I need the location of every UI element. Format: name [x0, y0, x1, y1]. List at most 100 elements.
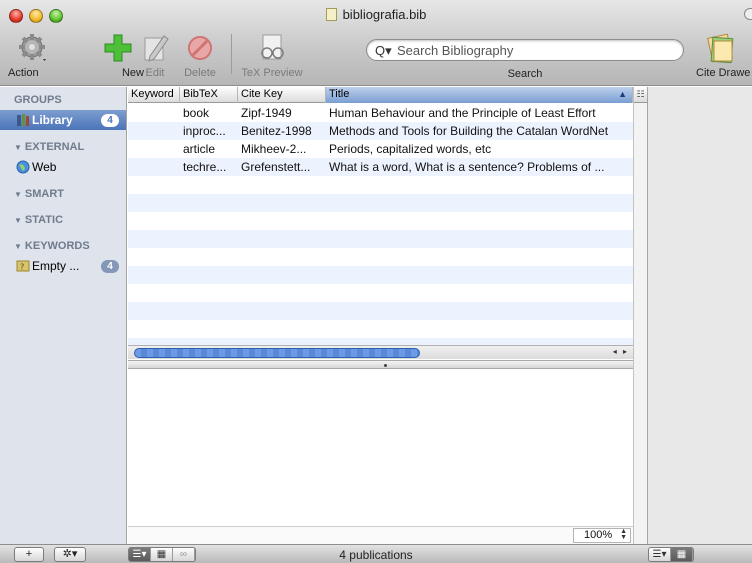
scrollbar-thumb[interactable] [134, 348, 420, 358]
disclosure-triangle-icon: ▼ [14, 216, 22, 225]
delete-label: Delete [184, 67, 216, 79]
empty-row [128, 320, 633, 338]
empty-row [128, 176, 633, 194]
column-header-bibtex[interactable]: BibTeX [180, 87, 238, 103]
cell-title: Periods, capitalized words, etc [329, 142, 492, 156]
table-row[interactable]: book Zipf-1949 Human Behaviour and the P… [128, 104, 633, 122]
search-label: Search [507, 68, 543, 80]
cite-drawer-label: Cite Drawe [696, 67, 751, 79]
keywords-header-label: KEYWORDS [24, 240, 90, 252]
column-options-icon[interactable]: ☷ [634, 87, 647, 103]
empty-row [128, 248, 633, 266]
zoom-control[interactable]: 100% ▲ ▼ [573, 528, 631, 543]
search-icon: Q▾ [375, 43, 392, 58]
empty-row [128, 266, 633, 284]
empty-row [128, 230, 633, 248]
cell-keyword [128, 140, 180, 158]
bottom-bar: + ✲▾ ☰▾ ▦ ∞ 4 publications ☰▾ ▦ [0, 544, 752, 563]
groups-header: GROUPS [14, 94, 62, 106]
cell-cite-key: Zipf-1949 [241, 106, 292, 120]
keyword-group-icon: ? [16, 259, 30, 273]
split-view-divider[interactable] [128, 360, 633, 369]
cell-keyword [128, 158, 180, 176]
toolbar-toggle-button[interactable] [744, 8, 752, 20]
delete-icon [172, 30, 228, 66]
action-button[interactable]: Action [4, 30, 64, 79]
drawer-list-view-icon[interactable]: ☰▾ [649, 548, 671, 561]
search-input[interactable] [397, 42, 667, 58]
title-column-label: Title [329, 88, 350, 100]
disclosure-triangle-icon: ▼ [14, 143, 22, 152]
side-drawer-area [648, 87, 752, 544]
delete-button[interactable]: Delete [172, 30, 228, 79]
sidebar-item-web[interactable]: Web [0, 157, 126, 177]
window-title-text: bibliografia.bib [342, 7, 427, 22]
cell-bibtex-type: techre... [183, 160, 227, 174]
tex-preview-label: TeX Preview [241, 67, 303, 79]
groups-sidebar: GROUPS Library 4 ▼ EXTERNAL Web ▼ SMART ▼ S… [0, 87, 127, 544]
preview-zoom-bar: 100% ▲ ▼ [128, 526, 633, 544]
drawer-view-mode-control[interactable]: ☰▾ ▦ [648, 547, 694, 562]
disclosure-triangle-icon: ▼ [14, 242, 22, 251]
library-count-badge: 4 [101, 114, 119, 127]
empty-row [128, 284, 633, 302]
static-header[interactable]: ▼ STATIC [0, 210, 126, 230]
keywords-header[interactable]: ▼ KEYWORDS [0, 236, 126, 256]
cite-drawer-button[interactable]: Cite Drawe [692, 30, 752, 79]
empty-row [128, 194, 633, 212]
table-row[interactable]: techre... Grefenstett... What is a word,… [128, 158, 633, 176]
column-header-cite-key[interactable]: Cite Key [238, 87, 326, 103]
library-label: Library [32, 113, 73, 127]
cell-keyword [128, 104, 180, 122]
external-header[interactable]: ▼ EXTERNAL [0, 137, 126, 157]
tex-preview-icon [236, 30, 308, 66]
table-body: book Zipf-1949 Human Behaviour and the P… [128, 104, 633, 345]
cell-cite-key: Benitez-1998 [241, 124, 312, 138]
publication-count-status: 4 publications [339, 548, 413, 562]
action-label: Action [8, 67, 39, 79]
cell-bibtex-type: article [183, 142, 216, 156]
cell-cite-key: Mikheev-2... [241, 142, 307, 156]
external-header-label: EXTERNAL [24, 141, 85, 153]
svg-text:?: ? [20, 263, 24, 272]
tex-preview-button[interactable]: TeX Preview [236, 30, 308, 79]
table-vertical-scrollbar[interactable]: ☷ [633, 87, 648, 544]
sidebar-item-empty-keyword[interactable]: ? Empty ... 4 [0, 256, 126, 276]
cell-bibtex-type: inproc... [183, 124, 226, 138]
drawer-grid-view-icon[interactable]: ▦ [671, 548, 693, 561]
window-toolbar: bibliografia.bib Action New Edit Delete … [0, 0, 752, 86]
table-header: Keyword BibTeX Cite Key Title ▲ [128, 87, 633, 103]
preview-pane [128, 370, 633, 525]
zoom-stepper-icon[interactable]: ▲ ▼ [620, 528, 627, 541]
globe-icon [16, 160, 30, 174]
table-row[interactable]: article Mikheev-2... Periods, capitalize… [128, 140, 633, 158]
cell-title: What is a word, What is a sentence? Prob… [329, 160, 605, 174]
publication-table: Keyword BibTeX Cite Key Title ▲ book Zip… [128, 87, 633, 345]
divider-handle-icon [384, 364, 387, 367]
document-icon [325, 8, 337, 21]
cite-drawer-icon [692, 30, 752, 66]
web-label: Web [32, 160, 57, 174]
library-icon [16, 113, 30, 127]
disclosure-triangle-icon: ▼ [14, 190, 22, 199]
search-field[interactable]: Q▾ [366, 39, 684, 61]
empty-keyword-label: Empty ... [32, 259, 80, 273]
scroll-arrows-icon[interactable]: ◂ ▸ [613, 347, 629, 356]
gear-icon [4, 30, 64, 66]
empty-row [128, 302, 633, 320]
empty-row [128, 338, 633, 345]
static-header-label: STATIC [24, 214, 64, 226]
cell-title: Methods and Tools for Building the Catal… [329, 124, 609, 138]
cell-keyword [128, 122, 180, 140]
smart-header[interactable]: ▼ SMART [0, 184, 126, 204]
table-row[interactable]: inproc... Benitez-1998 Methods and Tools… [128, 122, 633, 140]
empty-keyword-count-badge: 4 [101, 260, 119, 273]
cell-cite-key: Grefenstett... [241, 160, 311, 174]
table-horizontal-scrollbar[interactable]: ◂ ▸ [128, 345, 633, 359]
window-title: bibliografia.bib [0, 7, 752, 22]
column-header-title[interactable]: Title ▲ [326, 87, 633, 103]
column-header-keyword[interactable]: Keyword [128, 87, 180, 103]
toolbar-separator [231, 34, 232, 74]
sidebar-item-library[interactable]: Library 4 [0, 110, 126, 130]
smart-header-label: SMART [24, 188, 65, 200]
